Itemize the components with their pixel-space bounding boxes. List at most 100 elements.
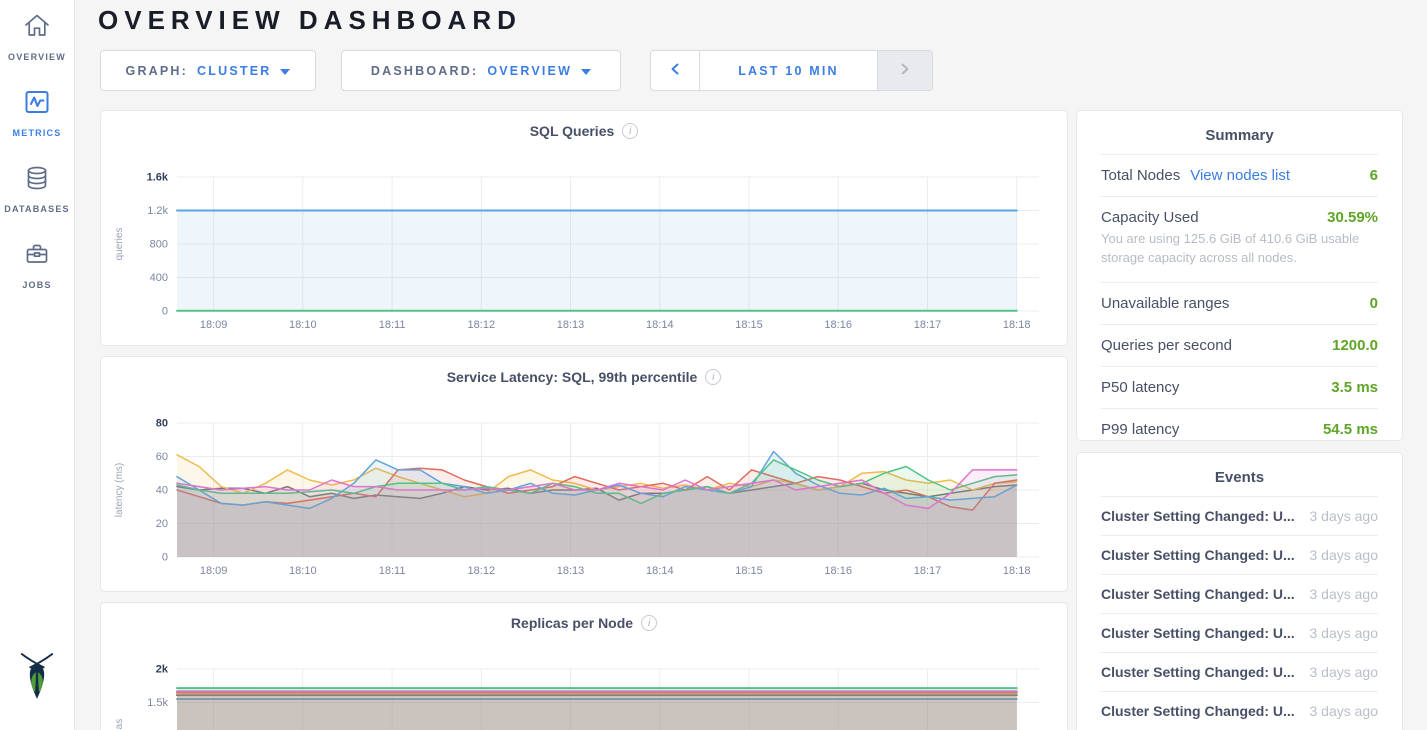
- summary-row-value: 1200.0: [1332, 337, 1378, 354]
- event-row[interactable]: Cluster Setting Changed: U... 3 days ago: [1101, 613, 1378, 652]
- summary-row-p50-latency: P50 latency 3.5 ms: [1101, 366, 1378, 408]
- summary-row-unavailable-ranges: Unavailable ranges 0: [1101, 282, 1378, 324]
- events-title: Events: [1101, 453, 1378, 496]
- summary-panel: Summary Total Nodes View nodes list 6 Ca…: [1076, 110, 1403, 441]
- summary-row-label: P50 latency: [1101, 379, 1179, 396]
- event-row[interactable]: Cluster Setting Changed: U... 3 days ago: [1101, 574, 1378, 613]
- event-time: 3 days ago: [1310, 586, 1379, 602]
- replicas-per-node-panel: Replicas per Node i 18:0918:1018:1118:12…: [100, 602, 1068, 730]
- service-latency-chart[interactable]: 18:09 18:10 18:11 18:12 18:13 18:14 18:15 18:16…: [101, 357, 1067, 591]
- summary-row-value: 30.59%: [1327, 209, 1378, 226]
- svg-text:queries: queries: [114, 228, 125, 261]
- svg-text:18:11: 18:11: [379, 565, 406, 577]
- svg-text:18:16: 18:16: [824, 565, 852, 577]
- summary-row-capacity-used: Capacity Used 30.59% You are using 125.6…: [1101, 196, 1378, 282]
- svg-text:60: 60: [156, 451, 168, 463]
- time-range-button[interactable]: LAST 10 MIN: [699, 51, 878, 90]
- svg-text:18:10: 18:10: [289, 565, 317, 577]
- chevron-down-icon: [581, 64, 591, 78]
- event-row[interactable]: Cluster Setting Changed: U... 3 days ago: [1101, 496, 1378, 535]
- chevron-right-icon: [901, 62, 909, 80]
- sidebar-item-label: OVERVIEW: [8, 52, 66, 62]
- summary-row-label: Capacity Used: [1101, 209, 1199, 226]
- event-title: Cluster Setting Changed: U...: [1101, 508, 1295, 524]
- sidebar-item-metrics[interactable]: METRICS: [13, 88, 62, 138]
- svg-text:18:17: 18:17: [914, 319, 942, 331]
- svg-text:18:13: 18:13: [557, 565, 585, 577]
- graph-dropdown-label: GRAPH:: [126, 64, 189, 78]
- svg-text:18:18: 18:18: [1003, 565, 1031, 577]
- svg-text:20: 20: [156, 518, 168, 530]
- event-title: Cluster Setting Changed: U...: [1101, 703, 1295, 719]
- svg-text:40: 40: [156, 485, 168, 497]
- events-panel: Events Cluster Setting Changed: U... 3 d…: [1076, 452, 1403, 730]
- summary-row-label: Unavailable ranges: [1101, 295, 1229, 312]
- briefcase-icon: [23, 240, 51, 273]
- event-title: Cluster Setting Changed: U...: [1101, 586, 1295, 602]
- svg-text:18:12: 18:12: [468, 565, 496, 577]
- dashboard-dropdown-label: DASHBOARD:: [371, 64, 478, 78]
- summary-row-label: P99 latency: [1101, 421, 1179, 438]
- metrics-icon: [23, 88, 51, 121]
- summary-row-p99-latency: P99 latency 54.5 ms: [1101, 408, 1378, 450]
- summary-row-value: 6: [1370, 167, 1378, 184]
- svg-text:0: 0: [162, 552, 168, 564]
- svg-text:18:10: 18:10: [289, 319, 317, 331]
- event-time: 3 days ago: [1310, 703, 1379, 719]
- event-time: 3 days ago: [1310, 508, 1379, 524]
- summary-row-label: Queries per second: [1101, 337, 1232, 354]
- sidebar-item-label: DATABASES: [4, 204, 69, 214]
- event-row[interactable]: Cluster Setting Changed: U... 3 days ago: [1101, 652, 1378, 691]
- svg-text:18:14: 18:14: [646, 565, 674, 577]
- sidebar-item-label: JOBS: [22, 280, 51, 290]
- replicas-per-node-chart[interactable]: 18:0918:1018:1118:1218:1318:1418:1518:16…: [101, 603, 1067, 730]
- chevron-left-icon: [671, 62, 679, 80]
- svg-text:latency (ms): latency (ms): [114, 463, 125, 517]
- sidebar-item-jobs[interactable]: JOBS: [22, 240, 51, 290]
- svg-text:1.2k: 1.2k: [147, 205, 168, 217]
- chevron-down-icon: [280, 64, 290, 78]
- svg-text:18:15: 18:15: [735, 565, 763, 577]
- svg-text:18:09: 18:09: [200, 319, 228, 331]
- dashboard-dropdown[interactable]: DASHBOARD: OVERVIEW: [341, 50, 621, 91]
- sidebar-item-databases[interactable]: DATABASES: [4, 164, 69, 214]
- svg-text:18:15: 18:15: [735, 319, 763, 331]
- view-nodes-list-link[interactable]: View nodes list: [1190, 167, 1290, 184]
- event-title: Cluster Setting Changed: U...: [1101, 547, 1295, 563]
- sidebar-item-overview[interactable]: OVERVIEW: [8, 12, 66, 62]
- page-title: OVERVIEW DASHBOARD: [98, 5, 522, 36]
- svg-text:18:13: 18:13: [557, 319, 585, 331]
- svg-text:18:12: 18:12: [468, 319, 496, 331]
- graph-dropdown-value: CLUSTER: [197, 64, 271, 78]
- svg-text:replicas: replicas: [114, 719, 125, 730]
- svg-text:18:18: 18:18: [1003, 319, 1031, 331]
- svg-text:18:14: 18:14: [646, 319, 674, 331]
- event-time: 3 days ago: [1310, 664, 1379, 680]
- database-icon: [23, 164, 51, 197]
- dashboard-dropdown-value: OVERVIEW: [487, 64, 572, 78]
- capacity-description: You are using 125.6 GiB of 410.6 GiB usa…: [1101, 230, 1378, 268]
- summary-row-value: 0: [1370, 295, 1378, 312]
- event-row[interactable]: Cluster Setting Changed: U... 3 days ago: [1101, 535, 1378, 574]
- event-row[interactable]: Cluster Setting Changed: U... 3 days ago: [1101, 691, 1378, 730]
- summary-row-value: 3.5 ms: [1331, 379, 1378, 396]
- svg-text:400: 400: [150, 272, 168, 284]
- sidebar-item-label: METRICS: [13, 128, 62, 138]
- cockroachdb-logo: [16, 651, 58, 706]
- svg-text:800: 800: [150, 239, 168, 251]
- event-time: 3 days ago: [1310, 625, 1379, 641]
- summary-row-value: 54.5 ms: [1323, 421, 1378, 438]
- svg-text:1.5k: 1.5k: [147, 697, 168, 709]
- svg-text:18:16: 18:16: [824, 319, 852, 331]
- time-forward-button[interactable]: [878, 51, 932, 90]
- sql-queries-panel: SQL Queries i 18:0918:1018:1118:1218:131…: [100, 110, 1068, 346]
- time-back-button[interactable]: [651, 51, 699, 90]
- graph-dropdown[interactable]: GRAPH: CLUSTER: [100, 50, 316, 91]
- svg-text:0: 0: [162, 306, 168, 318]
- home-icon: [23, 12, 51, 45]
- svg-text:18:11: 18:11: [379, 319, 406, 331]
- sql-queries-chart[interactable]: 18:09 18:10 18:11 18:12 18:13 18:14 18:15 18:16…: [101, 111, 1067, 345]
- svg-text:2k: 2k: [156, 664, 169, 676]
- svg-text:18:09: 18:09: [200, 565, 228, 577]
- time-range-picker: LAST 10 MIN: [650, 50, 933, 91]
